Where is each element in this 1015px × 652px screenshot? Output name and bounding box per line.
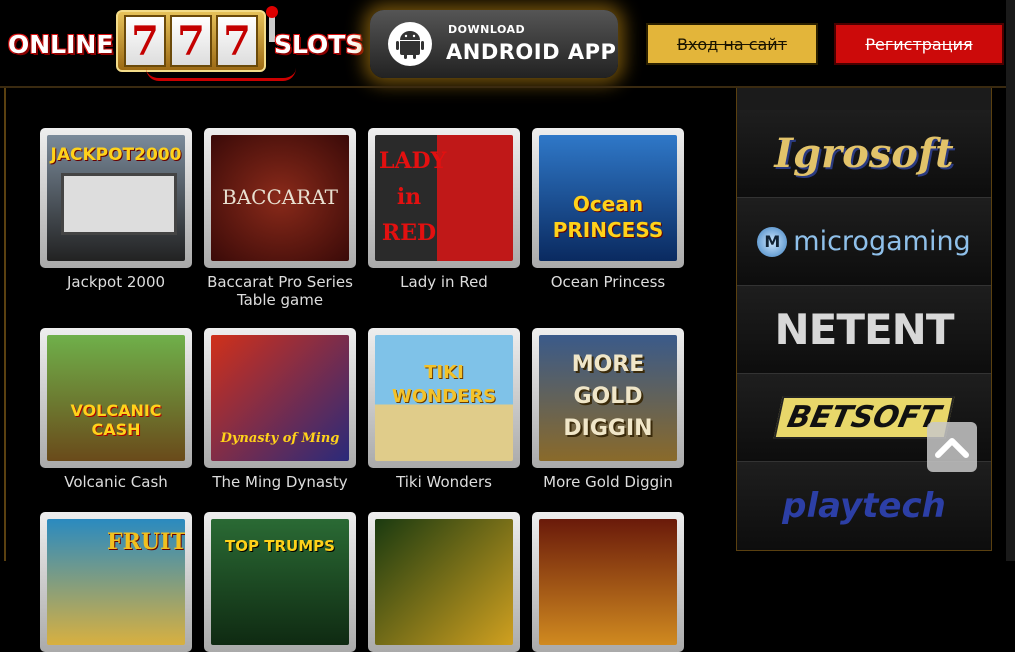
game-art-text: BACCARAT (222, 185, 338, 209)
game-title[interactable]: Baccarat Pro Series Table game (194, 273, 366, 309)
game-thumbnail[interactable]: Ocean PRINCESS (539, 135, 677, 261)
game-thumbnail-frame: TIKI WONDERS (368, 328, 520, 468)
scroll-to-top-button[interactable] (927, 422, 977, 472)
providers-top-strip (737, 88, 991, 111)
logo-reel: 7 (124, 15, 166, 67)
microgaming-logo-icon: M (757, 226, 788, 257)
provider-microgaming[interactable]: M microgaming (737, 198, 991, 286)
game-art-text: Ocean PRINCESS (552, 192, 664, 242)
provider-playtech[interactable]: playtech (737, 462, 991, 550)
games-grid: JACKPOT2000 Jackpot 2000 BACCARAT Baccar… (40, 128, 700, 652)
providers-sidebar: Igrosoft M microgaming NETENT BETSOFT pl… (736, 88, 992, 551)
game-art-text: JACKPOT2000 (50, 145, 182, 165)
game-title[interactable]: Ocean Princess (522, 273, 694, 291)
game-thumbnail-frame: JACKPOT2000 (40, 128, 192, 268)
game-thumbnail[interactable]: TOP TRUMPS (211, 519, 349, 645)
game-title[interactable]: Jackpot 2000 (30, 273, 202, 291)
game-thumbnail-frame: TOP TRUMPS (204, 512, 356, 652)
game-thumbnail-frame: LADY in RED (368, 128, 520, 268)
game-art-text: TOP TRUMPS (225, 537, 335, 555)
chevron-up-icon (935, 438, 969, 458)
game-thumbnail-frame: BACCARAT (204, 128, 356, 268)
game-thumbnail[interactable]: FRUIT (47, 519, 185, 645)
logo-word-slots: SLOTS (274, 30, 364, 59)
logo-reel: 7 (216, 15, 258, 67)
game-title[interactable]: Tiki Wonders (358, 473, 530, 491)
provider-logo-text: M microgaming (757, 226, 971, 257)
game-thumbnail[interactable]: BACCARAT (211, 135, 349, 261)
android-download-label: DOWNLOAD (448, 23, 526, 36)
game-thumbnail[interactable]: LADY in RED (375, 135, 513, 261)
provider-logo-text: playtech (782, 486, 946, 526)
game-thumbnail[interactable]: TIKI WONDERS (375, 335, 513, 461)
site-logo[interactable]: ONLINE 7 7 7 SLOTS (6, 6, 363, 81)
game-art-text: LADY in RED (379, 148, 447, 246)
game-thumbnail-frame: MORE GOLD DIGGIN (532, 328, 684, 468)
provider-igrosoft[interactable]: Igrosoft (737, 110, 991, 198)
logo-reel: 7 (170, 15, 212, 67)
game-thumbnail[interactable]: Dynasty of Ming (211, 335, 349, 461)
game-thumbnail-frame (532, 512, 684, 652)
page-scrollbar[interactable] (1006, 0, 1015, 561)
android-app-download-button[interactable]: DOWNLOAD ANDROID APP (370, 10, 618, 78)
game-title[interactable]: More Gold Diggin (522, 473, 694, 491)
game-thumbnail-frame: Ocean PRINCESS (532, 128, 684, 268)
provider-logo-text: NETENT (774, 305, 955, 354)
android-app-label: ANDROID APP (446, 40, 617, 64)
game-thumbnail[interactable] (539, 519, 677, 645)
provider-name: microgaming (793, 226, 971, 257)
android-icon (388, 22, 432, 66)
game-thumbnail-frame (368, 512, 520, 652)
login-button[interactable]: Вход на сайт (646, 23, 818, 65)
game-title[interactable]: Lady in Red (358, 273, 530, 291)
game-title[interactable]: The Ming Dynasty (194, 473, 366, 491)
game-title[interactable]: Volcanic Cash (30, 473, 202, 491)
game-art-text: VOLCANIC CASH (70, 401, 162, 439)
game-thumbnail[interactable] (375, 519, 513, 645)
game-art-text: Dynasty of Ming (220, 431, 340, 446)
game-thumbnail-frame: FRUIT (40, 512, 192, 652)
game-thumbnail-frame: VOLCANIC CASH (40, 328, 192, 468)
game-art-text: TIKI WONDERS (391, 362, 497, 407)
logo-reels: 7 7 7 (116, 10, 266, 72)
logo-swoosh (146, 68, 296, 81)
game-thumbnail[interactable]: MORE GOLD DIGGIN (539, 335, 677, 461)
game-art-text: FRUIT (107, 529, 185, 555)
provider-logo-text: Igrosoft (774, 130, 954, 177)
game-art-text: MORE GOLD DIGGIN (563, 352, 653, 441)
game-thumbnail[interactable]: VOLCANIC CASH (47, 335, 185, 461)
game-thumbnail[interactable]: JACKPOT2000 (47, 135, 185, 261)
logo-word-online: ONLINE (8, 30, 114, 59)
content-border (4, 88, 6, 561)
game-thumbnail-frame: Dynasty of Ming (204, 328, 356, 468)
provider-netent[interactable]: NETENT (737, 286, 991, 374)
site-header: ONLINE 7 7 7 SLOTS DOWNLOAD ANDROID APP … (0, 0, 1015, 88)
register-button[interactable]: Регистрация (834, 23, 1004, 65)
